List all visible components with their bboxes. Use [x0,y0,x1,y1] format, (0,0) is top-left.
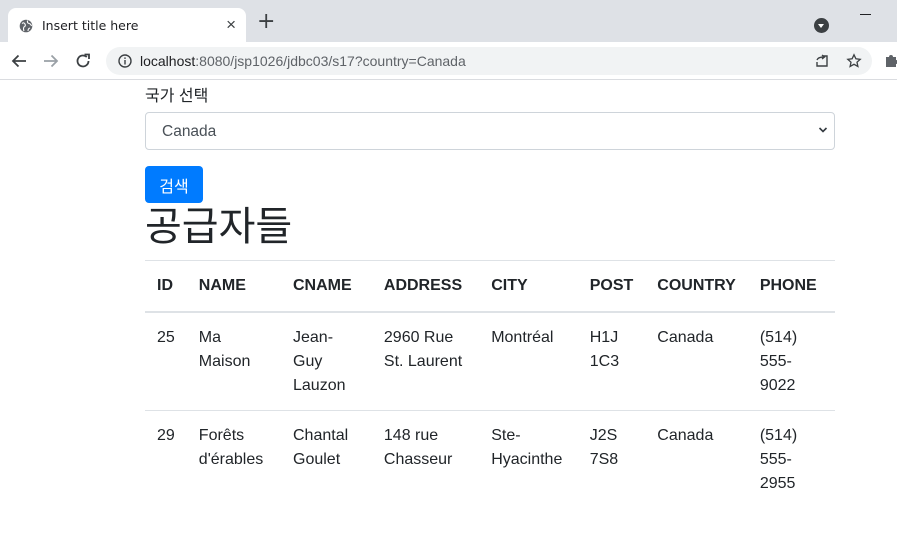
browser-tab[interactable]: Insert title here × [8,8,246,42]
table-cell: Forêts d'érables [186,410,281,508]
table-cell: Canada [657,329,714,346]
search-button[interactable]: 검색 [145,166,203,203]
browser-toolbar: localhost:8080/jsp1026/jdbc03/s17?countr… [0,42,897,80]
share-icon[interactable] [814,53,830,69]
table-cell: 148 rue Chasseur [371,410,480,508]
table-header-row: ID NAME CNAME ADDRESS CITY POST COUNTRY … [145,260,835,313]
address-bar[interactable]: localhost:8080/jsp1026/jdbc03/s17?countr… [106,47,872,75]
table-cell: Ste-Hyacinthe [479,410,578,508]
table-cell: (514) 555-9022 [759,329,798,394]
minimize-window-icon[interactable] [860,14,871,15]
tab-close-icon[interactable]: × [226,15,236,35]
table-cell: Canada [645,410,748,508]
country-select-label: 국가 선택 [145,88,209,105]
info-icon[interactable] [118,54,132,68]
column-header: COUNTRY [645,260,748,313]
table-cell: 25 [157,329,175,346]
table-cell: Montréal [491,329,554,346]
globe-icon [19,19,33,33]
extensions-puzzle-icon[interactable] [884,52,897,68]
table-cell: J2S 7S8 [577,410,646,508]
url-path: :8080/jsp1026/jdbc03/s17?country=Canada [195,53,466,69]
table-cell: Chantal Goulet [281,410,372,508]
reload-button[interactable] [73,51,93,71]
table-cell: H1J 1C3 [589,329,620,370]
table-cell: (514) 555-2955 [747,410,835,508]
column-header: ID [145,260,187,313]
url-host: localhost [140,53,196,69]
page-title: 공급자들 [145,205,293,249]
table-row: 25 Ma Maison Jean-Guy Lauzon 2960 Rue St… [145,312,835,411]
column-header: CNAME [281,260,372,313]
arrow-left-icon [11,54,26,68]
table-cell: 2960 Rue St. Laurent [383,329,463,370]
back-button[interactable] [9,51,29,71]
column-header: NAME [186,260,281,313]
bookmark-star-icon[interactable] [846,53,862,69]
forward-button[interactable] [41,51,61,71]
column-header: PHONE [747,260,835,313]
table-cell: Ma Maison [198,329,251,370]
tab-search-dropdown-icon[interactable] [814,18,829,33]
table-cell: Jean-Guy Lauzon [293,329,346,394]
chevron-down-icon [818,127,828,133]
new-tab-button[interactable]: + [257,11,275,33]
table-cell: 29 [145,410,187,508]
url-text[interactable]: localhost:8080/jsp1026/jdbc03/s17?countr… [140,53,466,69]
suppliers-table: ID NAME CNAME ADDRESS CITY POST COUNTRY … [145,260,835,508]
tab-title: Insert title here [42,18,139,33]
column-header: POST [577,260,646,313]
country-select[interactable]: Canada [145,112,835,150]
column-header: ADDRESS [371,260,480,313]
column-header: CITY [479,260,578,313]
arrow-right-icon [44,54,59,68]
browser-tab-strip: Insert title here × + [0,0,897,42]
table-row: 29 Forêts d'érables Chantal Goulet 148 r… [145,410,835,508]
country-select-value: Canada [162,123,217,140]
reload-icon [76,53,90,68]
